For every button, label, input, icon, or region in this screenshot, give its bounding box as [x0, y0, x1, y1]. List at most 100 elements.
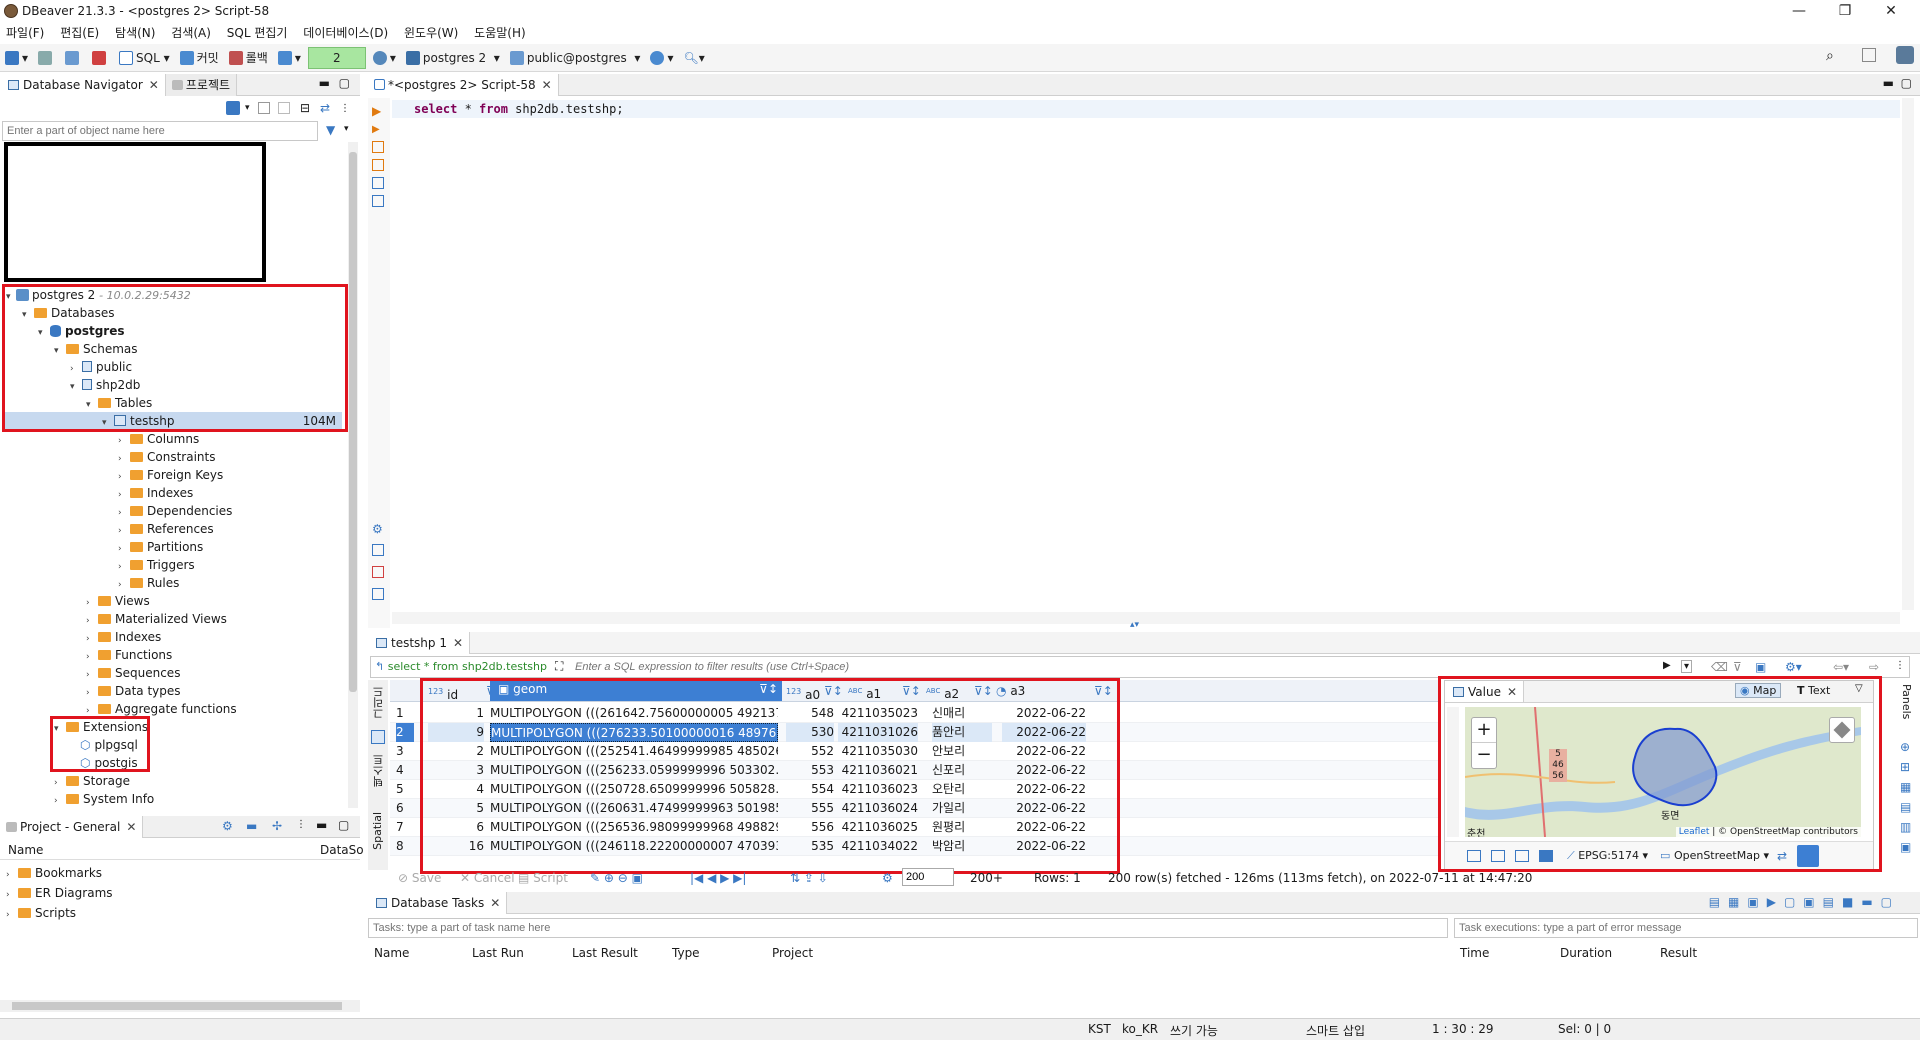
- cell-a3[interactable]: 2022-06-22: [1002, 780, 1086, 799]
- sort-icon[interactable]: ⊽↕: [1094, 682, 1112, 701]
- tab-database-navigator[interactable]: Database Navigator ✕: [0, 73, 166, 96]
- cell-a2[interactable]: 오탄리: [932, 780, 992, 799]
- row-number-cell[interactable]: 6: [396, 799, 414, 818]
- row-number-cell[interactable]: 3: [396, 742, 414, 761]
- cell-id[interactable]: 2: [428, 742, 484, 761]
- tab-value[interactable]: Value ✕: [1445, 681, 1525, 702]
- navigation-icon[interactable]: ⚙▾: [1785, 660, 1802, 674]
- results-filter-input[interactable]: [571, 658, 1661, 676]
- tree-node-postgres-db[interactable]: ▾ postgres: [38, 322, 125, 340]
- header-geom[interactable]: ▣ geom ⊽↕: [490, 680, 782, 701]
- close-icon[interactable]: ✕: [1507, 685, 1517, 699]
- tree-node-schemas[interactable]: ▾ Schemas: [54, 340, 138, 358]
- cell-geom[interactable]: MULTIPOLYGON (((256233.0599999996 503302…: [490, 761, 778, 780]
- page-nav-icons[interactable]: |◀ ◀ ▶ ▶|: [690, 871, 746, 885]
- cell-a0[interactable]: 554: [786, 780, 834, 799]
- zoom-in-button[interactable]: +: [1472, 718, 1496, 742]
- row-number-cell[interactable]: 2: [396, 723, 414, 742]
- tab-text[interactable]: 텍스트: [371, 754, 387, 787]
- tree-node-datatypes[interactable]: › Data types: [86, 682, 181, 700]
- tasks-col-last-run[interactable]: Last Run: [472, 946, 524, 960]
- grid-view-icon[interactable]: [371, 730, 385, 744]
- save-filter-icon[interactable]: ▣: [1755, 660, 1766, 674]
- references-icon[interactable]: ▣: [1900, 840, 1911, 854]
- invalidate-button[interactable]: [62, 47, 85, 69]
- tree-node-testshp[interactable]: ▾ testshp 104M: [2, 412, 342, 430]
- tree-node-postgis[interactable]: ⬡ postgis: [80, 754, 138, 772]
- cell-a2[interactable]: 신매리: [932, 704, 992, 723]
- tab-projects[interactable]: 프로젝트: [165, 73, 238, 96]
- maximize-icon[interactable]: ▢: [338, 818, 349, 832]
- scrollbar-thumb[interactable]: [349, 152, 357, 692]
- cell-a3[interactable]: 2022-06-22: [1002, 742, 1086, 761]
- maximize-icon[interactable]: ▢: [1901, 76, 1912, 90]
- link-icon[interactable]: ✢: [272, 819, 282, 833]
- flip-coordinates-icon[interactable]: ⇄: [1777, 849, 1787, 863]
- cell-geom[interactable]: MULTIPOLYGON (((246118.22200000007 47039…: [490, 837, 778, 856]
- leaflet-link[interactable]: Leaflet: [1679, 827, 1710, 837]
- tab-grid[interactable]: 그리드: [371, 686, 387, 719]
- tree-node-references[interactable]: › References: [118, 520, 214, 538]
- search-tool-button[interactable]: 🔍︎ ▾: [680, 47, 707, 69]
- explain-plan-icon[interactable]: [372, 177, 384, 189]
- tree-node-dependencies[interactable]: › Dependencies: [118, 502, 232, 520]
- properties-icon[interactable]: ⊕: [1900, 740, 1910, 754]
- global-search-icon[interactable]: ⌕: [1826, 48, 1834, 64]
- grouping-icon[interactable]: ▥: [1900, 820, 1911, 834]
- layers-button[interactable]: [1829, 717, 1855, 743]
- execute-script-icon[interactable]: [372, 141, 384, 153]
- apply-filter-icon[interactable]: ▶: [1663, 660, 1671, 671]
- cell-geom[interactable]: MULTIPOLYGON (((261642.75600000005 49213…: [490, 704, 778, 723]
- row-number-cell[interactable]: 5: [396, 780, 414, 799]
- cell-a1[interactable]: 4211036024: [838, 799, 918, 818]
- tree-node-aggregates[interactable]: › Aggregate functions: [86, 700, 237, 718]
- sort-icon[interactable]: ⊽↕: [974, 682, 992, 701]
- filter-options-icon[interactable]: ▾: [344, 124, 349, 134]
- new-script-icon[interactable]: [372, 159, 384, 171]
- cell-a3[interactable]: 2022-06-22: [1002, 723, 1086, 742]
- cell-id[interactable]: 5: [428, 799, 484, 818]
- new-connection-button[interactable]: ▾: [2, 47, 31, 69]
- tree-node-sequences[interactable]: › Sequences: [86, 664, 180, 682]
- disconnect-button[interactable]: [89, 47, 112, 69]
- exec-col-duration[interactable]: Duration: [1560, 946, 1612, 960]
- cell-a1[interactable]: 4211035023: [838, 704, 918, 723]
- header-a3[interactable]: ◔ a3: [996, 682, 1066, 701]
- tx-log-button[interactable]: ▾: [370, 47, 399, 69]
- tree-node-constraints[interactable]: › Constraints: [118, 448, 215, 466]
- link-editor-icon[interactable]: [278, 102, 290, 114]
- export-icons[interactable]: ⇅ ⇪ ⇩: [790, 871, 828, 885]
- cell-a3[interactable]: 2022-06-22: [1002, 799, 1086, 818]
- tab-panels[interactable]: Panels: [1900, 684, 1913, 719]
- map-view-button[interactable]: ◉ Map: [1735, 683, 1782, 698]
- export-icon[interactable]: [372, 544, 384, 556]
- table-row[interactable]: 3 2 MULTIPOLYGON (((252541.46499999985 485…: [390, 742, 1440, 761]
- editor-vscrollbar[interactable]: [1902, 98, 1914, 610]
- zoom-out-button[interactable]: −: [1472, 742, 1496, 767]
- tree-node-rules[interactable]: › Rules: [118, 574, 179, 592]
- tx-mode-button[interactable]: ▾: [275, 47, 304, 69]
- query-label[interactable]: ↰ select * from shp2db.testshp: [375, 660, 547, 673]
- tab-spatial[interactable]: Spatial: [371, 812, 384, 850]
- dbeaver-perspective-icon[interactable]: [1896, 46, 1914, 64]
- menu-navigate[interactable]: 탐색(N): [109, 22, 161, 43]
- tree-node-shp2db[interactable]: ▾ shp2db: [70, 376, 140, 394]
- sql-code-line[interactable]: select * from shp2db.testshp;: [414, 102, 624, 116]
- sql-editor[interactable]: select * from shp2db.testshp;: [392, 98, 1900, 610]
- sync-icon[interactable]: ⇄: [320, 101, 330, 115]
- minimize-button[interactable]: —: [1776, 0, 1822, 22]
- cell-id[interactable]: 6: [428, 818, 484, 837]
- fetch-settings-icon[interactable]: ⚙: [882, 871, 893, 885]
- row-number-cell[interactable]: 8: [396, 837, 414, 856]
- cell-a2[interactable]: 원평리: [932, 818, 992, 837]
- tree-node-matviews[interactable]: › Materialized Views: [86, 610, 227, 628]
- close-icon[interactable]: ✕: [490, 896, 500, 910]
- collapse-all-icon[interactable]: ⊟: [300, 101, 310, 115]
- close-icon[interactable]: ✕: [149, 78, 159, 92]
- cell-a2[interactable]: 품안리: [932, 723, 992, 742]
- import-icon[interactable]: [372, 566, 384, 578]
- cell-geom[interactable]: MULTIPOLYGON (((250728.6509999996 505828…: [490, 780, 778, 799]
- geometry-mode-button[interactable]: [1797, 844, 1820, 867]
- minimize-icon[interactable]: ▬: [319, 76, 330, 90]
- chevron-down-icon[interactable]: ▾: [245, 103, 250, 113]
